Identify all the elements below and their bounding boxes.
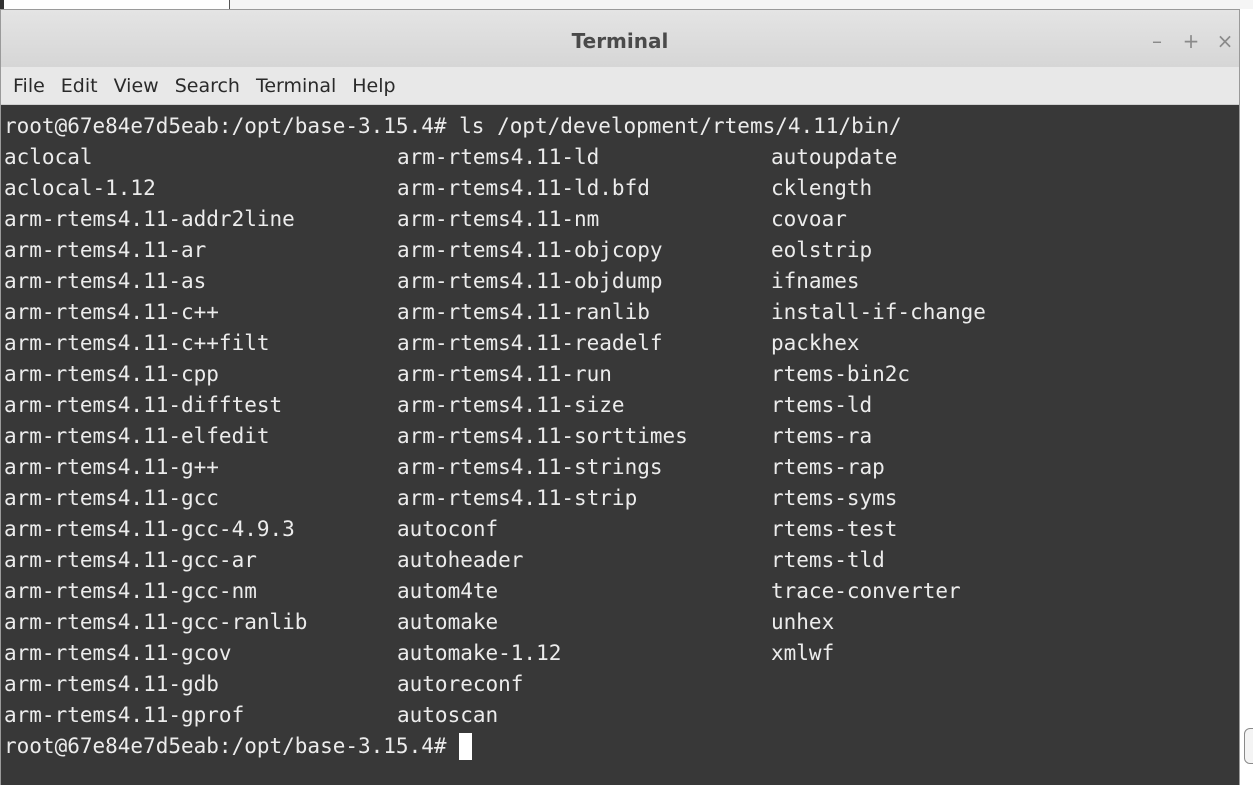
window-controls: – + ×: [1147, 29, 1235, 53]
file-name: arm-rtems4.11-gprof: [4, 703, 245, 727]
file-name: xmlwf: [771, 641, 835, 665]
file-name: arm-rtems4.11-addr2line: [4, 207, 295, 231]
listing-row: aclocal arm-rtems4.11-ld autoupdate: [4, 142, 1239, 173]
scrollbar[interactable]: [1229, 105, 1239, 785]
file-name: arm-rtems4.11-cpp: [4, 362, 219, 386]
file-name: autom4te: [397, 579, 499, 603]
file-name: arm-rtems4.11-readelf: [397, 331, 663, 355]
file-name: arm-rtems4.11-strings: [397, 455, 663, 479]
file-listing: aclocal arm-rtems4.11-ld autoupdate aclocal…: [4, 142, 1239, 731]
listing-row: arm-rtems4.11-as arm-rtems4.11-objdump ifn…: [4, 266, 1239, 297]
listing-row: arm-rtems4.11-gcc-4.9.3 autoconf rtems-tes…: [4, 514, 1239, 545]
listing-row: aclocal-1.12 arm-rtems4.11-ld.bfd cklength: [4, 173, 1239, 204]
file-name: rtems-syms: [771, 486, 898, 510]
file-name: arm-rtems4.11-gcc-nm: [4, 579, 257, 603]
listing-row: arm-rtems4.11-c++ arm-rtems4.11-ranlib ins…: [4, 297, 1239, 328]
listing-row: arm-rtems4.11-g++ arm-rtems4.11-strings rt…: [4, 452, 1239, 483]
file-name: arm-rtems4.11-gcc-ranlib: [4, 610, 308, 634]
file-name: autoheader: [397, 548, 524, 572]
file-name: arm-rtems4.11-nm: [397, 207, 600, 231]
listing-row: arm-rtems4.11-gcc-ar autoheader rtems-tld: [4, 545, 1239, 576]
listing-row: arm-rtems4.11-ar arm-rtems4.11-objcopy eol…: [4, 235, 1239, 266]
listing-row: arm-rtems4.11-c++filt arm-rtems4.11-reade…: [4, 328, 1239, 359]
side-panel-handle[interactable]: [1244, 728, 1253, 764]
desktop-edge: [1240, 9, 1253, 785]
file-name: aclocal: [4, 145, 93, 169]
file-name: aclocal-1.12: [4, 176, 156, 200]
file-name: rtems-ra: [771, 424, 873, 448]
file-name: arm-rtems4.11-elfedit: [4, 424, 270, 448]
file-name: arm-rtems4.11-strip: [397, 486, 638, 510]
file-name: arm-rtems4.11-g++: [4, 455, 219, 479]
menu-help[interactable]: Help: [344, 67, 403, 105]
file-name: arm-rtems4.11-ranlib: [397, 300, 650, 324]
file-name: arm-rtems4.11-size: [397, 393, 625, 417]
file-name: cklength: [771, 176, 873, 200]
file-name: trace-converter: [771, 579, 961, 603]
text-cursor: [458, 733, 472, 760]
file-name: eolstrip: [771, 238, 873, 262]
terminal-output[interactable]: root@67e84e7d5eab:/opt/base-3.15.4# ls /…: [1, 105, 1239, 785]
file-name: rtems-rap: [771, 455, 885, 479]
menu-bar: File Edit View Search Terminal Help: [1, 67, 1239, 105]
file-name: arm-rtems4.11-ar: [4, 238, 207, 262]
window-title: Terminal: [571, 29, 669, 53]
menu-edit[interactable]: Edit: [53, 67, 106, 105]
file-name: arm-rtems4.11-c++: [4, 300, 219, 324]
listing-row: arm-rtems4.11-elfedit arm-rtems4.11-sortt…: [4, 421, 1239, 452]
listing-row: arm-rtems4.11-gdb autoreconf: [4, 669, 1239, 700]
terminal-window: Terminal – + × File Edit View Search Ter…: [0, 9, 1240, 785]
file-name: arm-rtems4.11-ld.bfd: [397, 176, 650, 200]
file-name: rtems-bin2c: [771, 362, 911, 386]
close-icon[interactable]: ×: [1215, 29, 1235, 53]
listing-row: arm-rtems4.11-gcc-ranlib automake unhex: [4, 607, 1239, 638]
file-name: arm-rtems4.11-gdb: [4, 672, 219, 696]
file-name: rtems-test: [771, 517, 898, 541]
listing-row: arm-rtems4.11-gprof autoscan: [4, 700, 1239, 731]
file-name: arm-rtems4.11-sorttimes: [397, 424, 688, 448]
file-name: arm-rtems4.11-ld: [397, 145, 600, 169]
file-name: covoar: [771, 207, 847, 231]
file-name: arm-rtems4.11-objcopy: [397, 238, 663, 262]
prompt-text: root@67e84e7d5eab:/opt/base-3.15.4#: [4, 734, 447, 758]
file-name: automake-1.12: [397, 641, 562, 665]
file-name: autoconf: [397, 517, 499, 541]
file-name: arm-rtems4.11-as: [4, 269, 207, 293]
menu-search[interactable]: Search: [167, 67, 248, 105]
file-name: arm-rtems4.11-run: [397, 362, 612, 386]
menu-view[interactable]: View: [106, 67, 167, 105]
file-name: rtems-ld: [771, 393, 873, 417]
file-name: autoreconf: [397, 672, 524, 696]
minimize-icon[interactable]: –: [1147, 29, 1167, 53]
file-name: autoscan: [397, 703, 499, 727]
file-name: arm-rtems4.11-difftest: [4, 393, 283, 417]
menu-file[interactable]: File: [5, 67, 53, 105]
file-name: arm-rtems4.11-gcc-ar: [4, 548, 257, 572]
listing-row: arm-rtems4.11-addr2line arm-rtems4.11-nm c…: [4, 204, 1239, 235]
file-name: arm-rtems4.11-c++filt: [4, 331, 270, 355]
file-name: autoupdate: [771, 145, 898, 169]
listing-row: arm-rtems4.11-gcc-nm autom4te trace-conver…: [4, 576, 1239, 607]
file-name: packhex: [771, 331, 860, 355]
file-name: install-if-change: [771, 300, 986, 324]
listing-row: arm-rtems4.11-cpp arm-rtems4.11-run rtems-…: [4, 359, 1239, 390]
menu-terminal[interactable]: Terminal: [248, 67, 344, 105]
file-name: arm-rtems4.11-gcc: [4, 486, 219, 510]
file-name: rtems-tld: [771, 548, 885, 572]
command-text: root@67e84e7d5eab:/opt/base-3.15.4# ls /…: [4, 114, 902, 138]
maximize-icon[interactable]: +: [1181, 29, 1201, 53]
file-name: arm-rtems4.11-gcc-4.9.3: [4, 517, 295, 541]
command-line: root@67e84e7d5eab:/opt/base-3.15.4# ls /…: [4, 111, 1239, 142]
listing-row: arm-rtems4.11-difftest arm-rtems4.11-size…: [4, 390, 1239, 421]
title-bar[interactable]: Terminal – + ×: [1, 10, 1239, 67]
listing-row: arm-rtems4.11-gcov automake-1.12 xmlwf: [4, 638, 1239, 669]
prompt-line: root@67e84e7d5eab:/opt/base-3.15.4#: [4, 731, 1239, 762]
file-name: ifnames: [771, 269, 860, 293]
file-name: arm-rtems4.11-gcov: [4, 641, 232, 665]
listing-row: arm-rtems4.11-gcc arm-rtems4.11-strip rtem…: [4, 483, 1239, 514]
file-name: automake: [397, 610, 499, 634]
file-name: unhex: [771, 610, 835, 634]
file-name: arm-rtems4.11-objdump: [397, 269, 663, 293]
